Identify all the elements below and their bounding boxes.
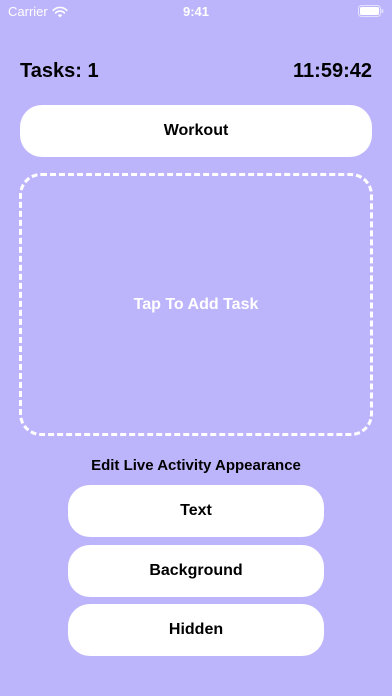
text-option-button[interactable]: Text <box>68 485 324 537</box>
live-activity-title: Edit Live Activity Appearance <box>91 457 301 474</box>
add-task-area[interactable]: Tap To Add Task <box>19 173 373 436</box>
background-option-button[interactable]: Background <box>68 545 324 597</box>
status-bar: Carrier 9:41 <box>0 0 392 22</box>
background-option-label: Background <box>149 562 243 579</box>
countdown-timer: 11:59:42 <box>293 59 372 82</box>
text-option-label: Text <box>180 502 212 519</box>
hidden-option-label: Hidden <box>168 621 224 638</box>
tasks-count: Tasks: 1 <box>20 59 99 82</box>
header: Tasks: 1 11:59:42 <box>20 58 372 84</box>
hidden-option-button[interactable]: Hidden <box>68 604 324 656</box>
battery-icon <box>358 5 384 17</box>
workout-button-label: Workout <box>163 122 229 139</box>
status-time: 9:41 <box>182 4 210 19</box>
add-task-label: Tap To Add Task <box>133 295 259 313</box>
workout-button[interactable]: Workout <box>20 105 372 157</box>
